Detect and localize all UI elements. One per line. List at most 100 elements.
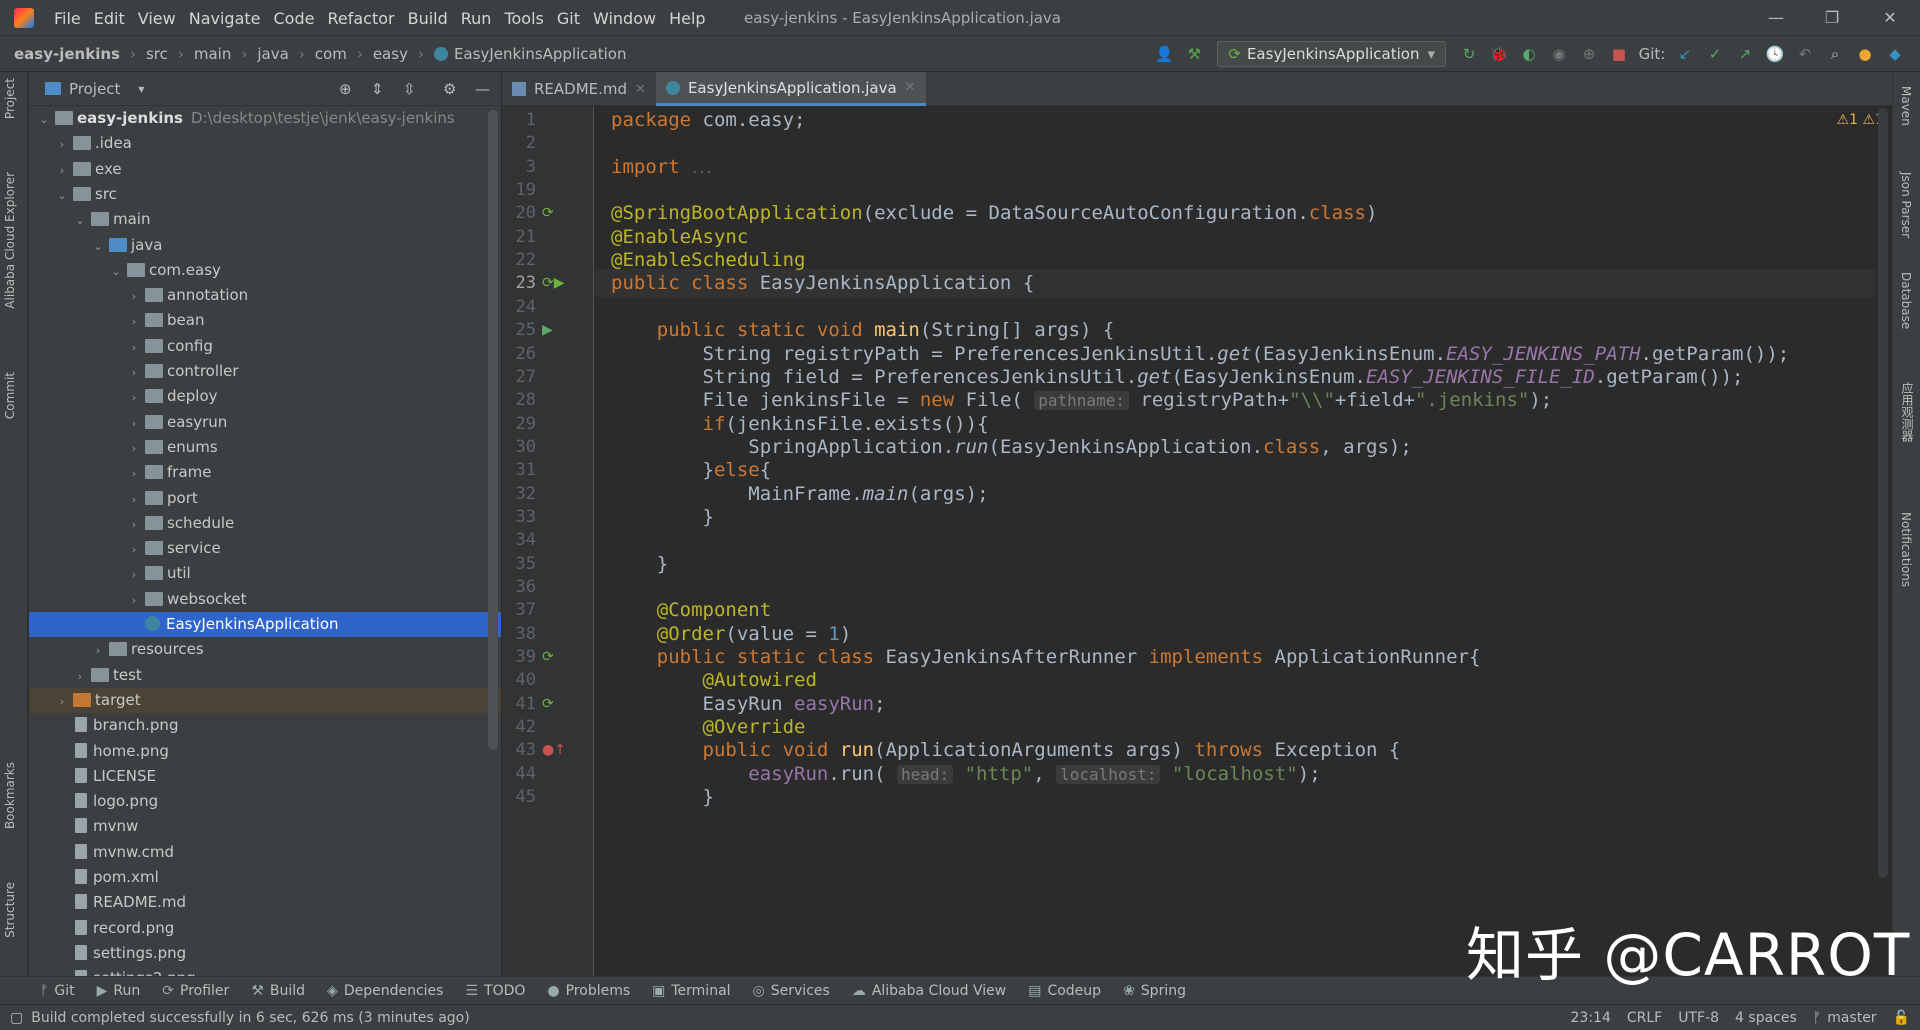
restore-icon[interactable]: ❐ — [1808, 0, 1856, 36]
menu-code[interactable]: Code — [274, 9, 315, 28]
project-title[interactable]: Project — [69, 80, 120, 98]
tool-terminal[interactable]: ▣ Terminal — [652, 983, 730, 999]
tab-alibaba-cloud-explorer[interactable]: Alibaba Cloud Explorer — [3, 172, 17, 309]
tree-item[interactable]: record.png — [29, 916, 501, 941]
minimize-icon[interactable]: — — [1752, 0, 1800, 36]
build-hammer-icon[interactable]: ⚒ — [1179, 36, 1209, 72]
run-config-selector[interactable]: ⟳ EasyJenkinsApplication ▾ — [1217, 41, 1446, 67]
tree-item[interactable]: branch.png — [29, 713, 501, 738]
tool-services[interactable]: ◎ Services — [753, 983, 830, 999]
tab-structure[interactable]: Structure — [3, 882, 17, 938]
tree-item[interactable]: › controller — [29, 359, 501, 384]
close-tab-icon[interactable]: ✕ — [905, 80, 916, 95]
spring-run-icon[interactable]: ⟳▶ — [542, 269, 565, 297]
indent-setting[interactable]: 4 spaces — [1735, 1010, 1797, 1026]
tree-root[interactable]: ⌄ easy-jenkins D:\desktop\testje\jenk\easy… — [29, 106, 501, 131]
close-icon[interactable]: ✕ — [1866, 0, 1914, 36]
tree-item[interactable]: › test — [29, 663, 501, 688]
chevron-right-icon[interactable]: › — [55, 689, 69, 714]
chevron-down-icon[interactable]: ⌄ — [55, 183, 69, 208]
tool-codeup[interactable]: ▤ Codeup — [1028, 983, 1101, 999]
autowired-icon[interactable]: ⟳ — [542, 690, 554, 718]
user-icon[interactable]: 👤 — [1149, 36, 1179, 72]
chevron-right-icon[interactable]: › — [55, 158, 69, 183]
chevron-right-icon[interactable]: › — [55, 132, 69, 157]
inspection-warnings[interactable]: ⚠1 ⚠1 — [1837, 112, 1884, 128]
code-view[interactable]: package com.easy; import ... @SpringBootAp… — [595, 106, 1875, 976]
menu-refactor[interactable]: Refactor — [327, 9, 394, 28]
chevron-right-icon[interactable]: › — [127, 588, 141, 613]
debug-icon[interactable]: 🐞 — [1484, 36, 1514, 72]
breadcrumb-item[interactable]: java — [257, 45, 288, 63]
chevron-down-icon[interactable]: ⌄ — [109, 259, 123, 284]
menu-edit[interactable]: Edit — [94, 9, 125, 28]
chevron-right-icon[interactable]: › — [127, 411, 141, 436]
profiler-icon[interactable]: ◉ — [1544, 36, 1574, 72]
tree-item[interactable]: › easyrun — [29, 410, 501, 435]
run-main-icon[interactable]: ▶ — [542, 316, 553, 344]
chevron-down-icon[interactable]: ⌄ — [37, 107, 51, 132]
tool-alibaba-cloud-view[interactable]: ☁ Alibaba Cloud View — [852, 983, 1006, 999]
tree-item[interactable]: › deploy — [29, 384, 501, 409]
line-separator[interactable]: CRLF — [1627, 1010, 1662, 1026]
tree-item[interactable]: settings2.png — [29, 966, 501, 976]
spring-bean-icon[interactable]: ⟳ — [542, 199, 554, 227]
locate-icon[interactable]: ⊕ — [339, 80, 352, 98]
lock-icon[interactable]: 🔓 — [1893, 1010, 1910, 1026]
menu-file[interactable]: File — [54, 9, 81, 28]
tree-item[interactable]: › resources — [29, 637, 501, 662]
tool-profiler[interactable]: ⟳ Profiler — [162, 983, 229, 999]
history-icon[interactable]: 🕓 — [1760, 36, 1790, 72]
chevron-right-icon[interactable]: › — [127, 309, 141, 334]
intellij-logo-icon[interactable] — [14, 8, 34, 28]
menu-view[interactable]: View — [138, 9, 176, 28]
plugin-icon[interactable]: ◆ — [1880, 36, 1910, 72]
tab-app-observer[interactable]: 应用观测器 — [1899, 382, 1916, 442]
collapse-all-icon[interactable]: ⇳ — [403, 80, 416, 98]
chevron-right-icon[interactable]: › — [127, 385, 141, 410]
tree-item[interactable]: › port — [29, 486, 501, 511]
breadcrumb-item[interactable]: easy-jenkins — [14, 45, 120, 63]
chevron-right-icon[interactable]: › — [127, 284, 141, 309]
chevron-right-icon[interactable]: › — [91, 638, 105, 663]
chevron-right-icon[interactable]: › — [127, 562, 141, 587]
tree-item[interactable]: home.png — [29, 739, 501, 764]
expand-all-icon[interactable]: ⇕ — [371, 80, 384, 98]
spring-bean-icon[interactable]: ⟳ — [542, 643, 554, 671]
project-scrollbar[interactable] — [488, 110, 498, 750]
chevron-down-icon[interactable]: ⌄ — [91, 234, 105, 259]
tab-bookmarks[interactable]: Bookmarks — [3, 762, 17, 829]
tree-item[interactable]: README.md — [29, 890, 501, 915]
tree-item[interactable]: ⌄ java — [29, 233, 501, 258]
git-update-icon[interactable]: ↙ — [1670, 36, 1700, 72]
menu-run[interactable]: Run — [461, 9, 492, 28]
tree-item[interactable]: › websocket — [29, 587, 501, 612]
tool-dependencies[interactable]: ◈ Dependencies — [327, 983, 443, 999]
tree-item[interactable]: pom.xml — [29, 865, 501, 890]
tree-item[interactable]: ⌄ com.easy — [29, 258, 501, 283]
tree-item[interactable]: › config — [29, 334, 501, 359]
chevron-right-icon[interactable]: › — [127, 436, 141, 461]
tree-item[interactable]: › enums — [29, 435, 501, 460]
chevron-down-icon[interactable]: ▾ — [138, 82, 144, 96]
coverage-icon[interactable]: ◐ — [1514, 36, 1544, 72]
tree-item[interactable]: › frame — [29, 460, 501, 485]
tab-commit[interactable]: Commit — [3, 372, 17, 419]
menu-navigate[interactable]: Navigate — [189, 9, 261, 28]
tree-item[interactable]: settings.png — [29, 941, 501, 966]
chevron-right-icon[interactable]: › — [127, 487, 141, 512]
caret-position[interactable]: 23:14 — [1571, 1010, 1611, 1026]
close-tab-icon[interactable]: ✕ — [635, 82, 646, 97]
menu-git[interactable]: Git — [557, 9, 580, 28]
menu-help[interactable]: Help — [669, 9, 705, 28]
attach-icon[interactable]: ⊕ — [1574, 36, 1604, 72]
git-push-icon[interactable]: ↗ — [1730, 36, 1760, 72]
tool-git[interactable]: ᚠ Git — [40, 983, 75, 999]
git-branch[interactable]: master — [1827, 1010, 1876, 1026]
tree-item[interactable]: › bean — [29, 308, 501, 333]
menu-tools[interactable]: Tools — [504, 9, 543, 28]
menu-window[interactable]: Window — [593, 9, 656, 28]
chevron-right-icon[interactable]: › — [127, 360, 141, 385]
tab-notifications[interactable]: Notifications — [1899, 512, 1913, 587]
chevron-right-icon[interactable]: › — [127, 512, 141, 537]
